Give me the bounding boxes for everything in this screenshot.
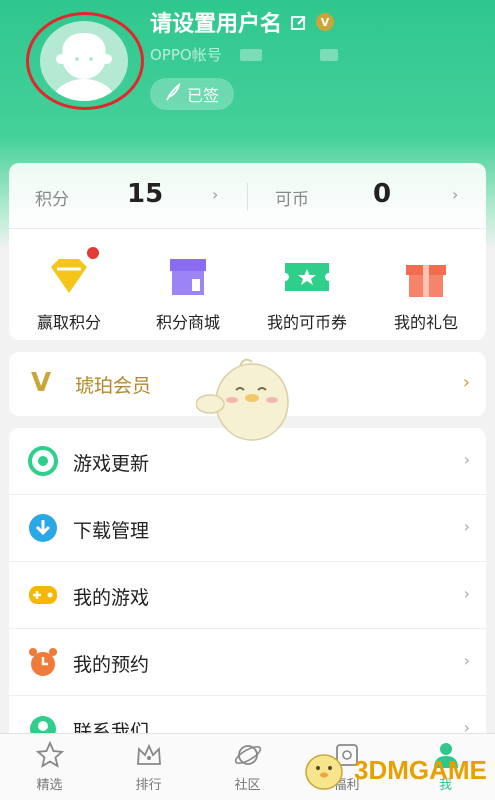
- amber-v-icon: V: [31, 368, 52, 398]
- quick-label: 我的礼包: [393, 313, 458, 332]
- redacted-block: [319, 48, 338, 61]
- watermark-chick-icon: [300, 748, 348, 792]
- chevron-right-icon: ›: [463, 584, 470, 603]
- chevron-right-icon: ›: [463, 651, 470, 670]
- avatar[interactable]: [26, 12, 144, 110]
- oppo-account-row: OPPO帐号: [150, 44, 338, 65]
- mascot-chick-image: [195, 354, 302, 446]
- gift-icon: [402, 253, 450, 301]
- quick-gift-pack[interactable]: 我的礼包: [366, 253, 486, 333]
- points-card: 积分 15 › 可币 0 › 赢取积分 积分商城 我的可币券 我的礼包: [9, 163, 486, 340]
- tab-label: 社区: [234, 778, 261, 793]
- amber-label: 琥珀会员: [75, 375, 152, 397]
- points-row: 积分 15 › 可币 0 ›: [9, 163, 486, 229]
- tab-label: 精选: [36, 778, 63, 793]
- tab-featured[interactable]: 精选: [0, 740, 99, 793]
- coins-label: 可币: [275, 190, 309, 210]
- quick-earn-points[interactable]: 赢取积分: [9, 247, 129, 333]
- tab-label: 排行: [135, 778, 162, 793]
- edit-icon[interactable]: [290, 13, 308, 31]
- signed-in-button[interactable]: 已签: [150, 78, 234, 110]
- tab-community[interactable]: 社区: [198, 740, 297, 793]
- watermark: 3DMGAME: [300, 748, 487, 792]
- chevron-right-icon: ›: [463, 450, 470, 469]
- gamepad-icon: [27, 579, 59, 611]
- alarm-icon: [27, 646, 59, 678]
- list-item-my-reservations[interactable]: 我的预约 ›: [9, 629, 486, 696]
- list-label: 我的游戏: [73, 587, 150, 609]
- redacted-block: [239, 48, 262, 61]
- crown-icon: [134, 740, 164, 770]
- watermark-text: 3DMGAME: [354, 754, 487, 785]
- coins-value[interactable]: 0: [373, 179, 391, 209]
- ticket-icon: [283, 253, 331, 301]
- update-icon: [27, 445, 59, 477]
- notification-dot: [87, 247, 99, 259]
- quick-label: 积分商城: [155, 313, 220, 332]
- username-row[interactable]: 请设置用户名 V: [150, 6, 335, 38]
- list-label: 下载管理: [73, 520, 150, 542]
- coins-arrow-icon[interactable]: ›: [452, 185, 458, 204]
- quick-label: 赢取积分: [36, 313, 101, 332]
- chevron-right-icon: ›: [463, 517, 470, 536]
- points-arrow-icon[interactable]: ›: [212, 185, 218, 204]
- feather-icon: [165, 82, 181, 105]
- account-label: OPPO帐号: [150, 46, 222, 64]
- divider: [247, 183, 248, 211]
- download-icon: [27, 512, 59, 544]
- avatar-highlight-circle: [26, 12, 144, 110]
- star-icon: [35, 740, 65, 770]
- list-item-download-manager[interactable]: 下载管理 ›: [9, 495, 486, 562]
- list-label: 游戏更新: [73, 453, 150, 475]
- signed-label: 已签: [186, 86, 219, 105]
- vip-badge-icon: V: [316, 13, 335, 31]
- quick-label: 我的可币券: [266, 313, 347, 332]
- chevron-right-icon: ›: [462, 372, 470, 393]
- menu-list: 游戏更新 › 下载管理 › 我的游戏 › 我的预约 › 联系我们 ›: [9, 428, 486, 740]
- list-label: 我的预约: [73, 654, 150, 676]
- quick-points-shop[interactable]: 积分商城: [128, 253, 248, 333]
- points-label: 积分: [35, 190, 69, 210]
- quick-coin-coupons[interactable]: 我的可币券: [247, 253, 367, 333]
- diamond-icon: [45, 247, 99, 301]
- tab-ranking[interactable]: 排行: [99, 740, 198, 793]
- username-text[interactable]: 请设置用户名: [150, 6, 282, 38]
- shop-icon: [164, 253, 212, 301]
- planet-icon: [233, 740, 263, 770]
- points-value[interactable]: 15: [127, 179, 163, 209]
- list-item-my-games[interactable]: 我的游戏 ›: [9, 562, 486, 629]
